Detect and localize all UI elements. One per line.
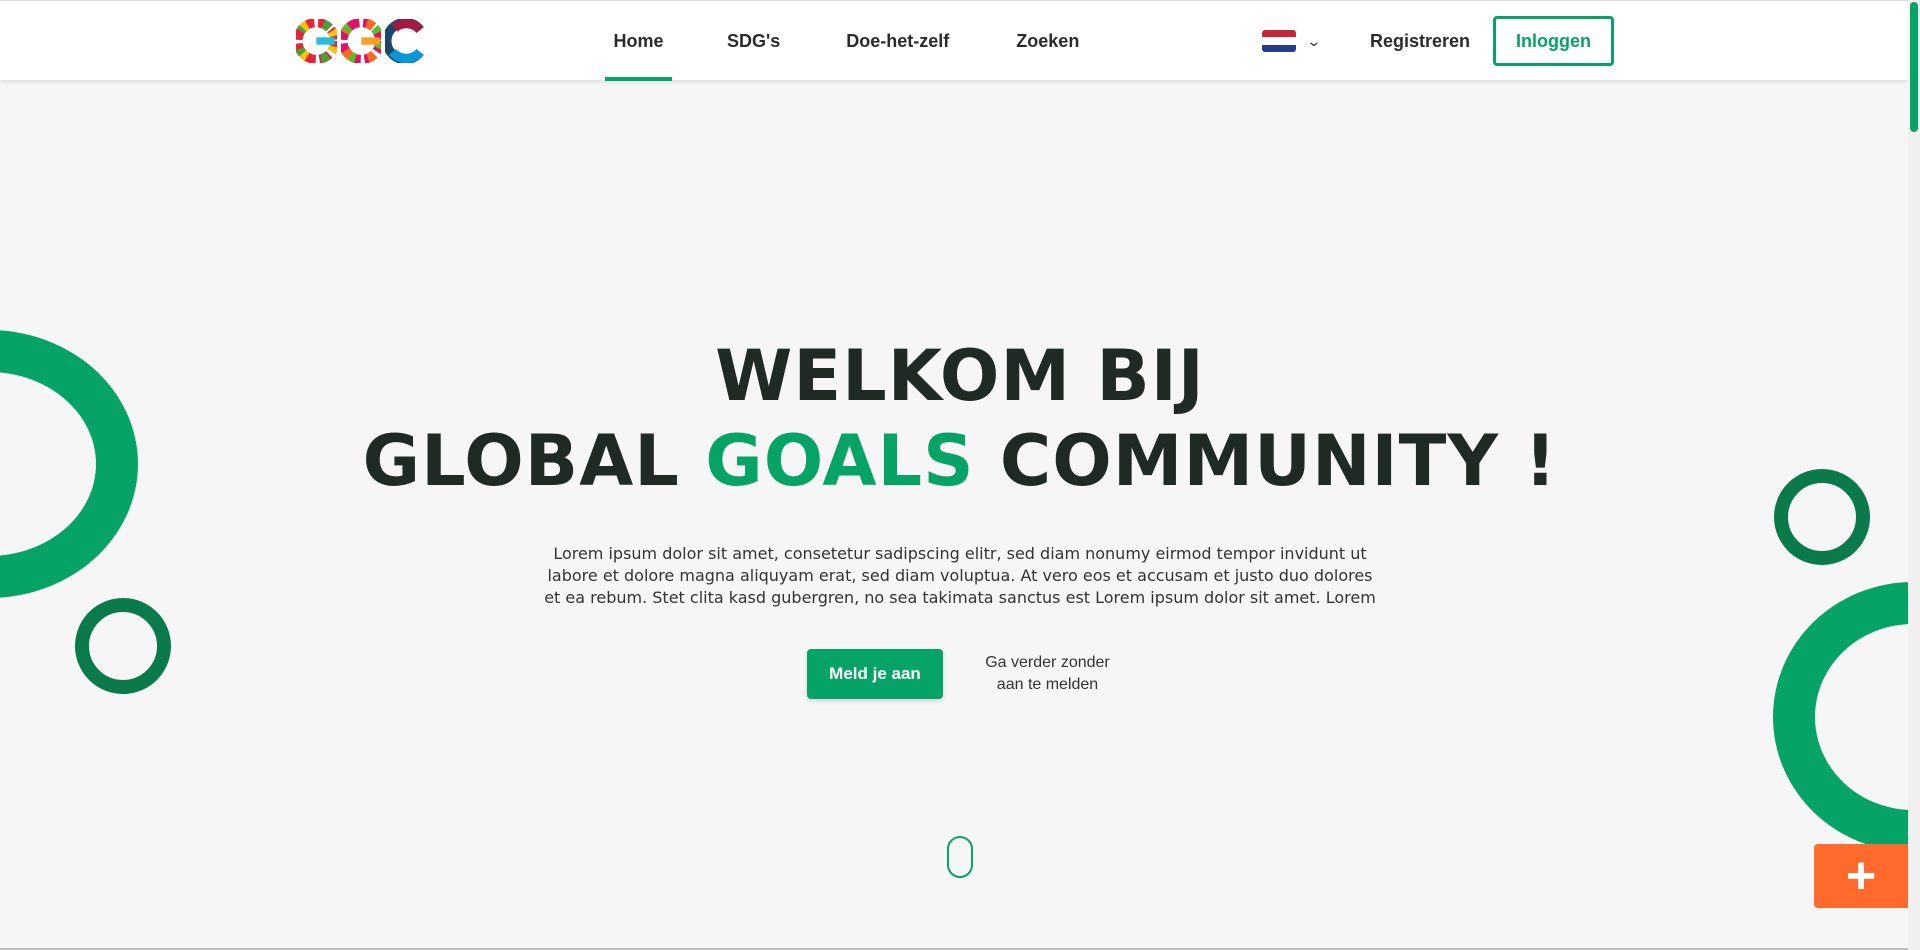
logo-letter-g-icon [340, 19, 382, 63]
netherlands-flag-icon [1262, 30, 1296, 52]
scroll-mouse-icon[interactable] [947, 836, 973, 878]
signup-button[interactable]: Meld je aan [807, 649, 943, 699]
hero-title-prefix: GLOBAL [362, 420, 706, 502]
nav-item-zoeken[interactable]: Zoeken [1006, 1, 1089, 81]
continue-without-signup-link[interactable]: Ga verder zonder aan te melden [975, 652, 1120, 696]
vertical-scrollbar[interactable] [1908, 0, 1920, 950]
chevron-down-icon: ⌄ [1306, 32, 1322, 49]
hero-title-line1: WELKOM BIJ [715, 335, 1205, 417]
ggc-logo[interactable] [296, 19, 426, 63]
nav-item-doe-het-zelf[interactable]: Doe-het-zelf [836, 1, 959, 81]
decorative-ring [1773, 582, 1920, 852]
nav-item-home[interactable]: Home [605, 1, 672, 81]
plus-icon: + [1845, 847, 1877, 905]
language-selector[interactable]: ⌄ [1262, 29, 1322, 53]
hero-description: Lorem ipsum dolor sit amet, consetetur s… [544, 544, 1376, 607]
register-link[interactable]: Registreren [1360, 1, 1480, 81]
hero-title-highlight: GOALS [705, 420, 975, 502]
logo-letter-g-icon [296, 19, 337, 63]
add-floating-button[interactable]: + [1814, 844, 1908, 908]
page: Home SDG's Doe-het-zelf Zoeken ⌄ Registr… [0, 0, 1920, 950]
decorative-ring [75, 598, 171, 694]
logo-letter-c-icon [385, 19, 425, 63]
top-navigation-bar: Home SDG's Doe-het-zelf Zoeken ⌄ Registr… [0, 0, 1908, 81]
scrollbar-thumb[interactable] [1910, 2, 1918, 132]
main-nav: Home SDG's Doe-het-zelf Zoeken [605, 1, 1089, 81]
login-button[interactable]: Inloggen [1493, 16, 1614, 66]
nav-item-sdgs[interactable]: SDG's [717, 1, 790, 81]
hero-title-suffix: COMMUNITY ! [974, 420, 1558, 502]
hero-title-line2: GLOBAL GOALS COMMUNITY ! [0, 420, 1920, 502]
